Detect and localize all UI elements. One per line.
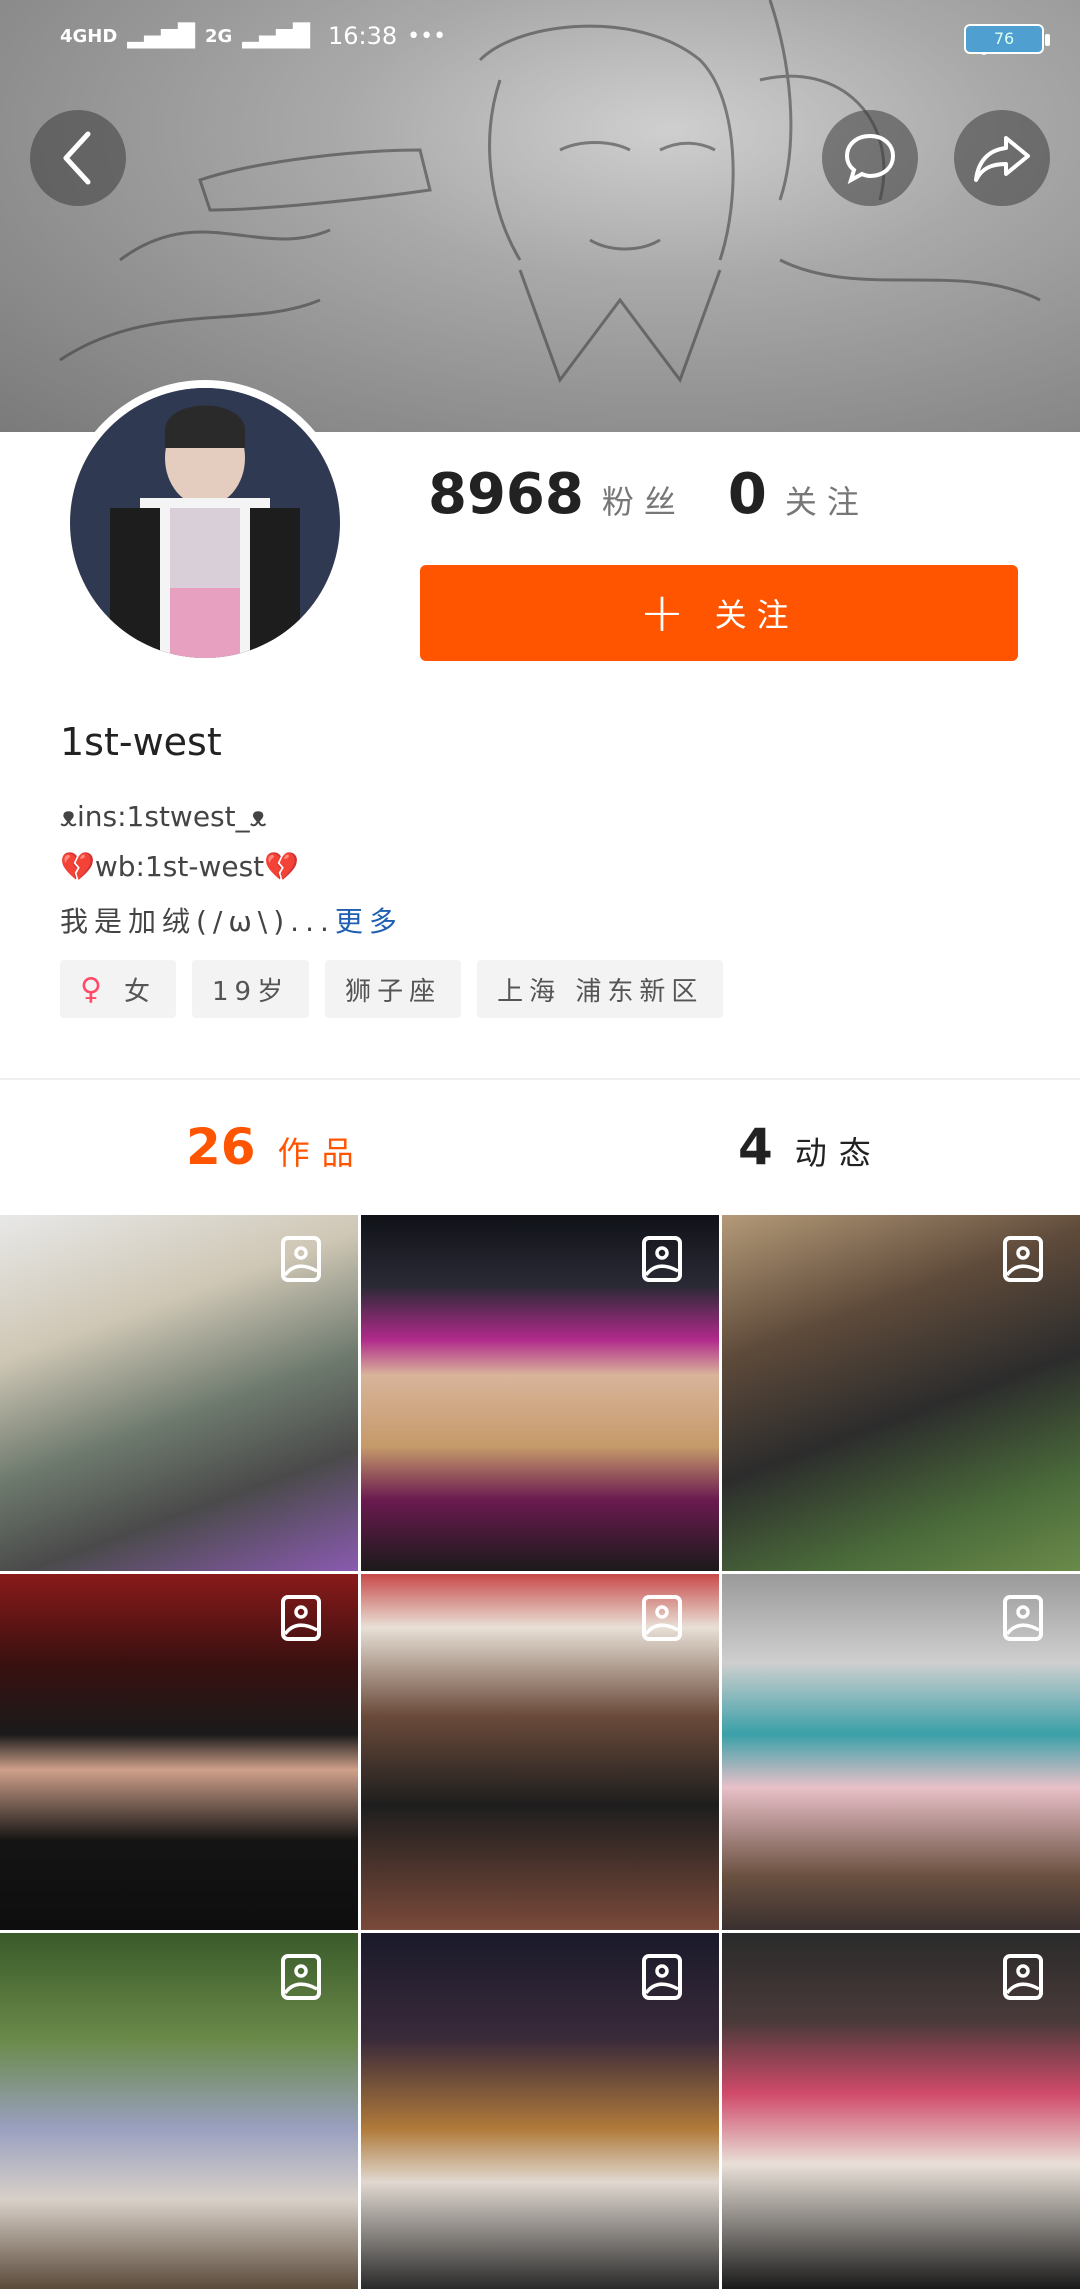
avatar[interactable]	[62, 380, 348, 666]
tag-location: 上海 浦东新区	[477, 960, 724, 1018]
image-post-icon	[280, 1953, 322, 2001]
comment-icon	[844, 133, 896, 185]
network-2-indicator: 2G	[205, 25, 233, 47]
image-post-icon	[641, 1953, 683, 2001]
grid-item[interactable]	[361, 1574, 719, 1930]
following-count[interactable]: 0	[728, 462, 767, 527]
image-post-icon	[280, 1594, 322, 1642]
tag-zodiac: 狮子座	[325, 960, 462, 1018]
status-bar: 4GHD ▂▄▆█ 2G ▂▄▆█ 16:38 ••• 76	[0, 0, 1080, 90]
plus-icon: +	[639, 581, 695, 644]
more-indicator: •••	[407, 23, 447, 49]
follow-button[interactable]: + 关注	[420, 565, 1018, 661]
tag-gender: ♀ 女	[60, 960, 176, 1018]
works-count: 26	[186, 1118, 256, 1176]
signal-icon-2: ▂▄▆█	[242, 23, 310, 49]
follow-button-label: 关注	[714, 596, 799, 634]
grid-item[interactable]	[361, 1933, 719, 2289]
tab-works[interactable]: 26 作品	[186, 1118, 366, 1176]
profile-cover-image: 4GHD ▂▄▆█ 2G ▂▄▆█ 16:38 ••• 76	[0, 0, 1080, 432]
share-icon	[974, 136, 1030, 182]
image-post-icon	[1002, 1953, 1044, 2001]
comment-button[interactable]	[822, 110, 918, 206]
followers-label[interactable]: 粉丝	[602, 477, 686, 523]
username: 1st-west	[60, 720, 222, 764]
clock: 16:38	[328, 22, 398, 50]
section-divider	[0, 1078, 1080, 1080]
tag-gender-label: 女	[123, 976, 156, 1007]
network-1-indicator: 4GHD	[60, 25, 118, 47]
grid-item[interactable]	[722, 1215, 1080, 1571]
tag-age: 19岁	[192, 960, 310, 1018]
following-label[interactable]: 关注	[785, 477, 869, 523]
signal-icon: ▂▄▆█	[127, 23, 195, 49]
image-post-icon	[1002, 1235, 1044, 1283]
image-post-icon	[641, 1594, 683, 1642]
works-grid	[0, 1215, 1080, 2289]
back-button[interactable]	[30, 110, 126, 206]
grid-item[interactable]	[0, 1574, 358, 1930]
grid-item[interactable]	[0, 1933, 358, 2289]
image-post-icon	[1002, 1594, 1044, 1642]
image-post-icon	[641, 1235, 683, 1283]
tab-moments[interactable]: 4 动态	[738, 1118, 883, 1176]
female-icon: ♀	[80, 971, 108, 1007]
avatar-image	[70, 388, 340, 658]
grid-item[interactable]	[722, 1574, 1080, 1930]
back-icon	[63, 131, 91, 185]
works-label: 作品	[277, 1134, 366, 1172]
grid-item[interactable]	[0, 1215, 358, 1571]
profile-stats: 8968 粉丝 0 关注	[428, 462, 869, 542]
followers-count[interactable]: 8968	[428, 462, 584, 527]
bio-more-link[interactable]: 更多	[335, 905, 403, 938]
moments-label: 动态	[794, 1134, 883, 1172]
bio-line-1: ᴥins:1stwest_ᴥ	[60, 800, 267, 833]
grid-item[interactable]	[361, 1215, 719, 1571]
moments-count: 4	[738, 1118, 773, 1176]
bio-line-3: 我是加绒(/ω\)...更多	[60, 900, 403, 940]
grid-item[interactable]	[722, 1933, 1080, 2289]
share-button[interactable]	[954, 110, 1050, 206]
battery-icon: 76	[964, 24, 1050, 54]
bio-line-2: 💔wb:1st-west💔	[60, 850, 300, 883]
bio-text: 我是加绒(/ω\)...	[60, 905, 335, 938]
profile-tags: ♀ 女 19岁 狮子座 上海 浦东新区	[60, 960, 724, 1018]
image-post-icon	[280, 1235, 322, 1283]
